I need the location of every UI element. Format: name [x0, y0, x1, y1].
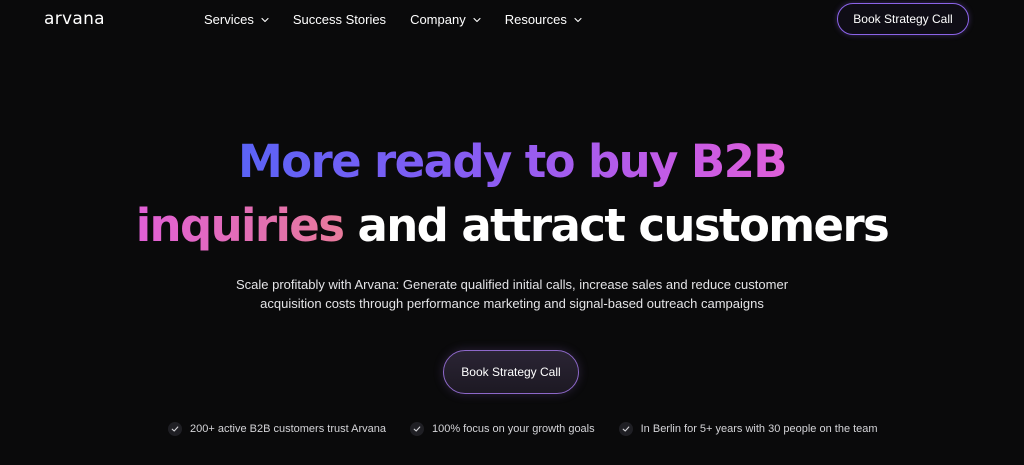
hero-title-line-2: inquiries and attract customers — [0, 194, 1024, 258]
nav-item-resources[interactable]: Resources — [505, 12, 582, 27]
header-book-call-button[interactable]: Book Strategy Call — [837, 3, 969, 35]
nav-item-success-stories[interactable]: Success Stories — [293, 12, 386, 27]
hero-title-highlight: inquiries — [135, 199, 345, 252]
proof-item: 100% focus on your growth goals — [409, 422, 595, 436]
main-nav: Services Success Stories Company Resourc… — [204, 12, 606, 27]
nav-item-label: Services — [204, 12, 254, 27]
check-icon — [409, 422, 424, 436]
chevron-down-icon — [574, 16, 582, 24]
nav-item-label: Resources — [504, 12, 567, 27]
chevron-down-icon — [261, 16, 269, 24]
proof-points: 200+ active B2B customers trust Arvana 1… — [168, 422, 878, 436]
chevron-down-icon — [473, 16, 481, 24]
hero-title: More ready to buy B2B inquiries and attr… — [0, 130, 1024, 258]
logo[interactable]: arvana — [44, 9, 105, 29]
nav-item-label: Success Stories — [292, 12, 387, 27]
check-icon — [618, 422, 633, 436]
hero-book-call-button[interactable]: Book Strategy Call — [443, 350, 579, 394]
proof-item: 200+ active B2B customers trust Arvana — [168, 422, 386, 436]
nav-item-company[interactable]: Company — [410, 12, 481, 27]
hero-title-line-1: More ready to buy B2B — [0, 130, 1024, 194]
hero-subtitle: Scale profitably with Arvana: Generate q… — [235, 277, 789, 311]
nav-item-services[interactable]: Services — [204, 12, 269, 27]
proof-item-text: 200+ active B2B customers trust Arvana — [190, 423, 386, 435]
check-icon — [168, 422, 182, 436]
nav-item-label: Company — [410, 12, 466, 27]
proof-item-text: 100% focus on your growth goals — [431, 423, 595, 435]
hero-title-rest: and attract customers — [343, 199, 889, 252]
site-header: arvana Services Success Stories Company … — [0, 0, 1024, 40]
hero-title-gradient-text: More ready to buy B2B — [237, 135, 788, 188]
page: arvana Services Success Stories Company … — [0, 0, 1024, 465]
proof-item: In Berlin for 5+ years with 30 people on… — [618, 422, 878, 436]
proof-item-text: In Berlin for 5+ years with 30 people on… — [640, 423, 878, 435]
